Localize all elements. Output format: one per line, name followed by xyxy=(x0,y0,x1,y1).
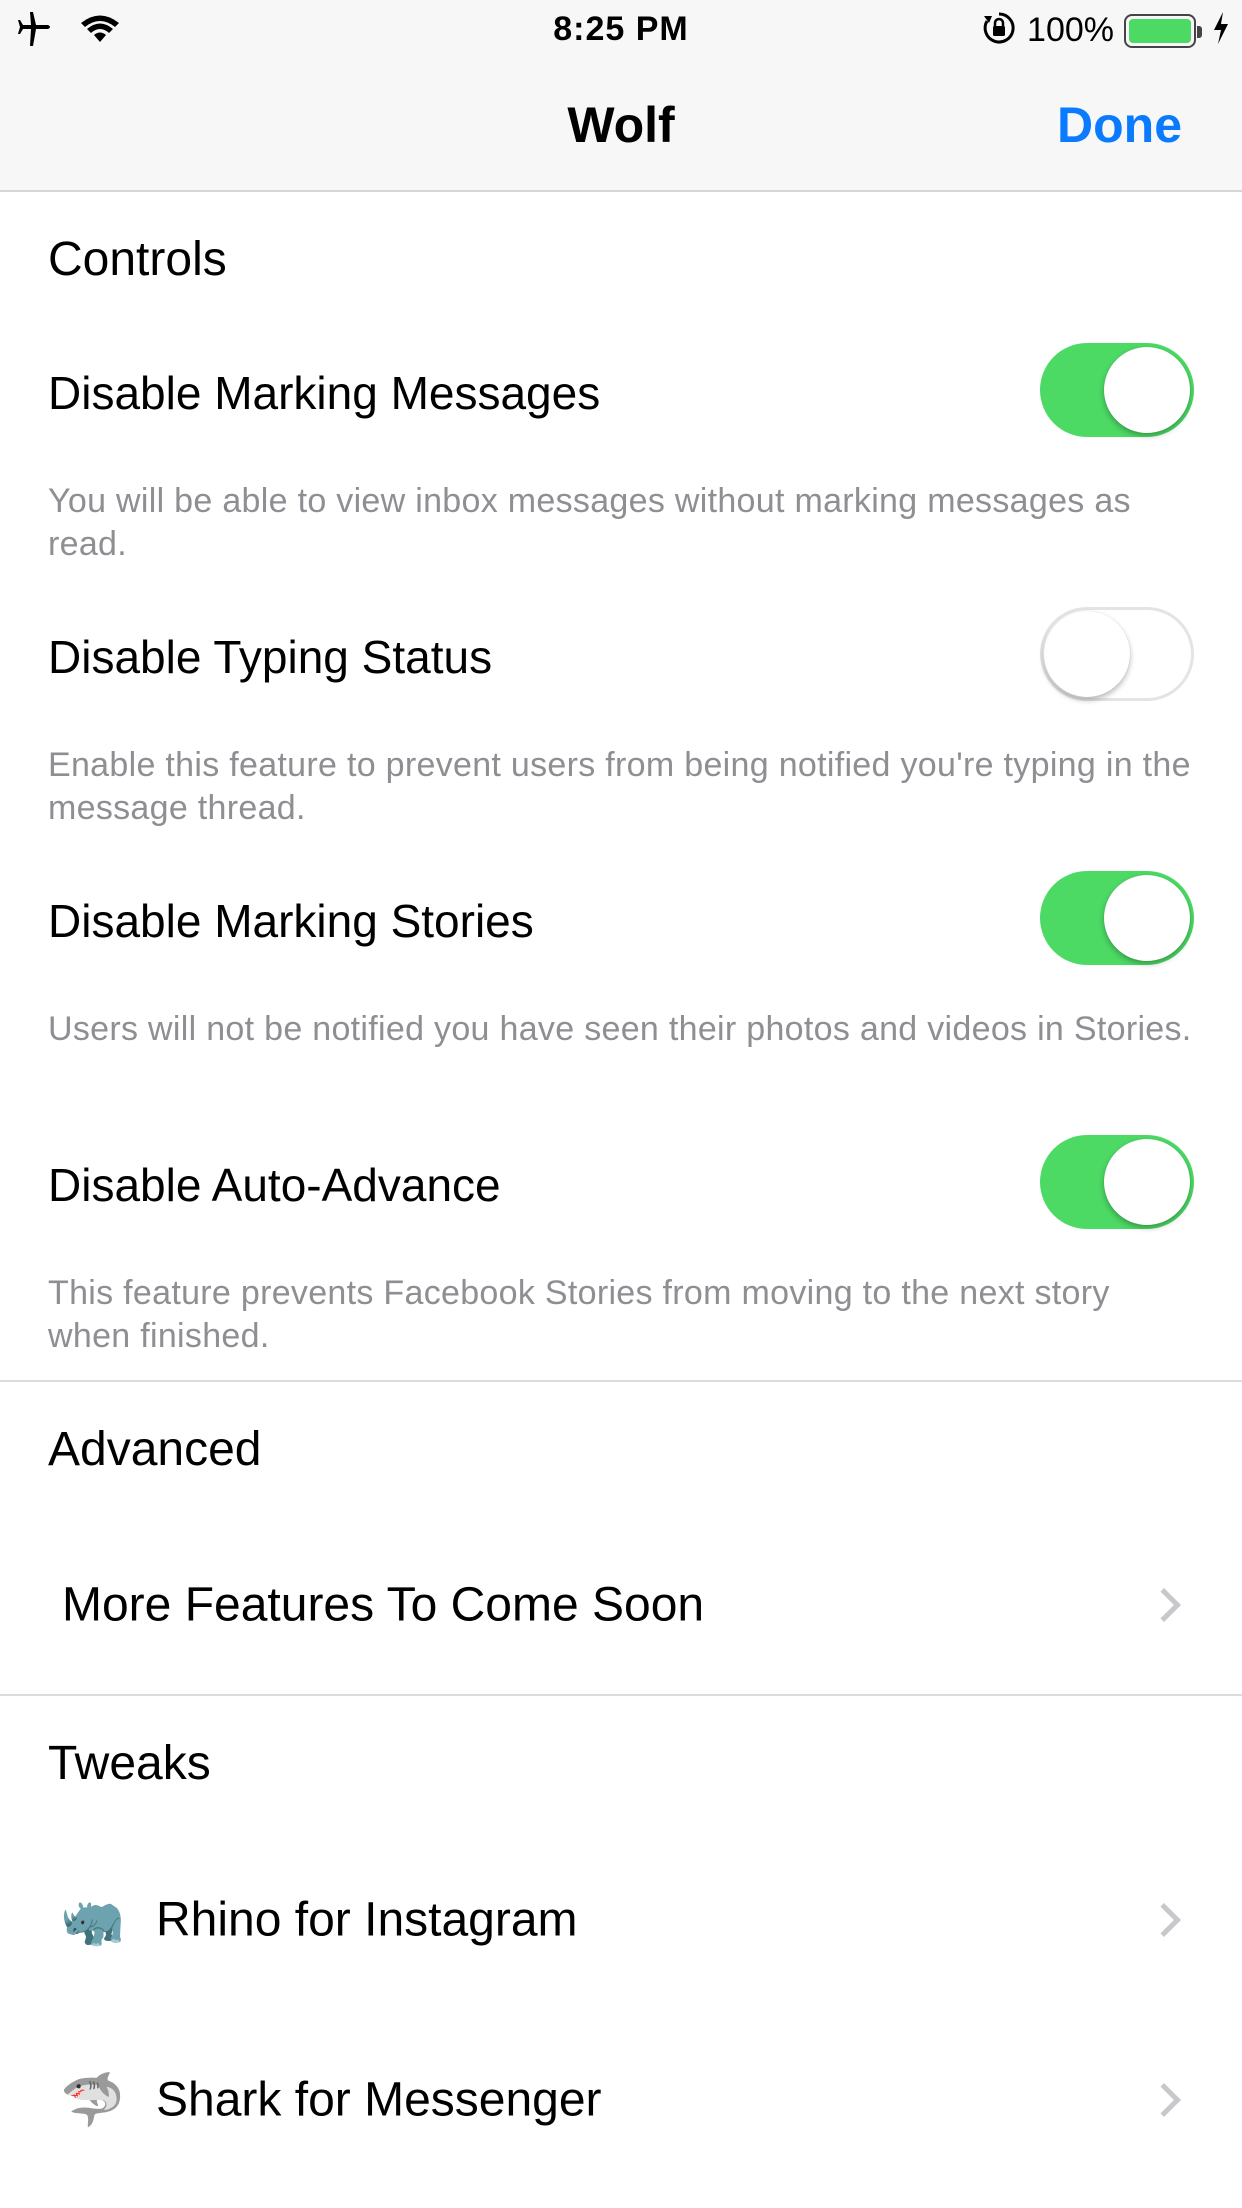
navigation-bar: Wolf Done xyxy=(0,60,1242,192)
orientation-lock-icon xyxy=(981,10,1017,51)
disable-auto-advance-toggle[interactable] xyxy=(1040,1135,1194,1229)
section-header-tweaks: Tweaks xyxy=(48,1737,211,1790)
rhino-icon: 🦏 xyxy=(60,1891,125,1950)
setting-description: This feature prevents Facebook Stories f… xyxy=(48,1274,1110,1355)
more-features-row[interactable]: More Features To Come Soon xyxy=(0,1530,1242,1680)
section-divider xyxy=(0,1380,1242,1382)
done-button[interactable]: Done xyxy=(1057,96,1182,154)
nav-title: Wolf xyxy=(567,97,675,153)
shark-icon: 🦈 xyxy=(60,2071,125,2130)
chevron-right-icon xyxy=(1147,2083,1181,2117)
chevron-right-icon xyxy=(1147,1903,1181,1937)
status-right: 100% xyxy=(981,10,1230,51)
section-header-advanced: Advanced xyxy=(48,1423,262,1476)
row-label: Rhino for Instagram xyxy=(156,1893,578,1947)
charging-bolt-icon xyxy=(1212,12,1230,49)
status-bar: 8:25 PM 100% xyxy=(0,0,1242,60)
disable-typing-status-toggle[interactable] xyxy=(1040,607,1194,701)
setting-label: Disable Marking Stories xyxy=(48,895,534,947)
setting-label: Disable Typing Status xyxy=(48,631,493,683)
disable-marking-stories-toggle[interactable] xyxy=(1040,871,1194,965)
tweak-row-rhino[interactable]: 🦏 Rhino for Instagram xyxy=(0,1845,1242,1995)
toggle-knob xyxy=(1104,1139,1190,1225)
battery-icon xyxy=(1124,13,1202,48)
battery-fill xyxy=(1129,18,1191,43)
setting-description: You will be able to view inbox messages … xyxy=(48,482,1131,563)
setting-description: Enable this feature to prevent users fro… xyxy=(48,746,1191,827)
section-header-controls: Controls xyxy=(48,233,227,286)
tweak-row-shark[interactable]: 🦈 Shark for Messenger xyxy=(0,2025,1242,2175)
battery-percent: 100% xyxy=(1027,11,1114,49)
setting-label: Disable Auto-Advance xyxy=(48,1159,501,1211)
toggle-knob xyxy=(1104,875,1190,961)
setting-label: Disable Marking Messages xyxy=(48,367,601,419)
chevron-right-icon xyxy=(1147,1588,1181,1622)
section-divider xyxy=(0,1694,1242,1696)
disable-marking-messages-toggle[interactable] xyxy=(1040,343,1194,437)
row-label: Shark for Messenger xyxy=(156,2073,602,2127)
toggle-knob xyxy=(1104,347,1190,433)
toggle-knob xyxy=(1044,611,1130,697)
setting-description: Users will not be notified you have seen… xyxy=(48,1010,1192,1048)
row-label: More Features To Come Soon xyxy=(62,1578,705,1632)
